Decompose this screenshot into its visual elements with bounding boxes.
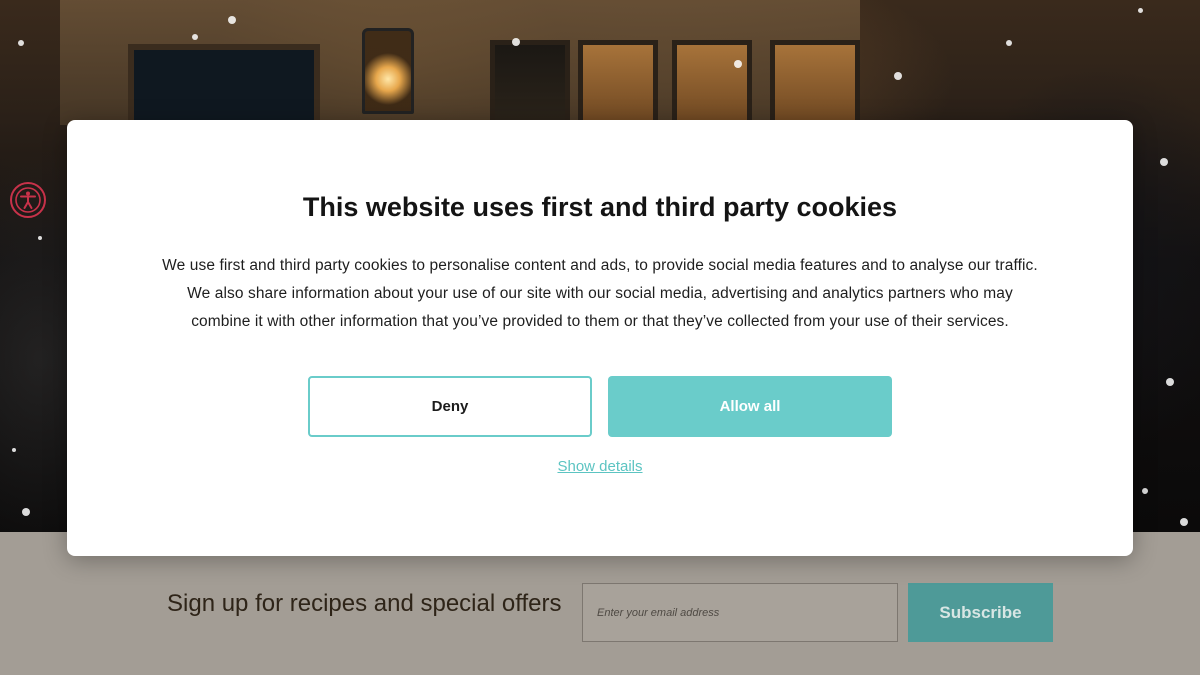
snowflake [228, 16, 236, 24]
snowflake [1138, 8, 1143, 13]
snowflake [512, 38, 520, 46]
snowflake [1006, 40, 1012, 46]
cookie-consent-dialog: This website uses first and third party … [67, 120, 1133, 556]
snowflake [18, 40, 24, 46]
show-details-link[interactable]: Show details [67, 458, 1133, 475]
dialog-body-line: combine it with other information that y… [191, 313, 1009, 330]
dialog-title: This website uses first and third party … [302, 192, 898, 222]
snowflake [192, 34, 198, 40]
snowflake [12, 448, 16, 452]
accessibility-button[interactable] [10, 182, 46, 218]
snowflake [1180, 518, 1188, 526]
newsletter-label: Sign up for recipes and special offers [167, 590, 562, 617]
snowflake [38, 236, 42, 240]
snowflake [1142, 488, 1148, 494]
lantern-lamp [362, 28, 414, 114]
snowflake [894, 72, 902, 80]
allow-all-button[interactable]: Allow all [608, 376, 892, 437]
email-input[interactable] [582, 583, 898, 642]
snowflake [1166, 378, 1174, 386]
snowflake [1160, 158, 1168, 166]
snowflake [734, 60, 742, 68]
subscribe-button[interactable]: Subscribe [908, 583, 1053, 642]
dialog-body-line: We also share information about your use… [187, 285, 1013, 302]
snowflake [22, 508, 30, 516]
deny-button[interactable]: Deny [308, 376, 592, 437]
dialog-body: We use first and third party cookies to … [127, 252, 1073, 336]
house-door [128, 44, 320, 130]
dialog-body-line: We use first and third party cookies to … [162, 257, 1038, 274]
accessibility-icon [15, 187, 41, 213]
